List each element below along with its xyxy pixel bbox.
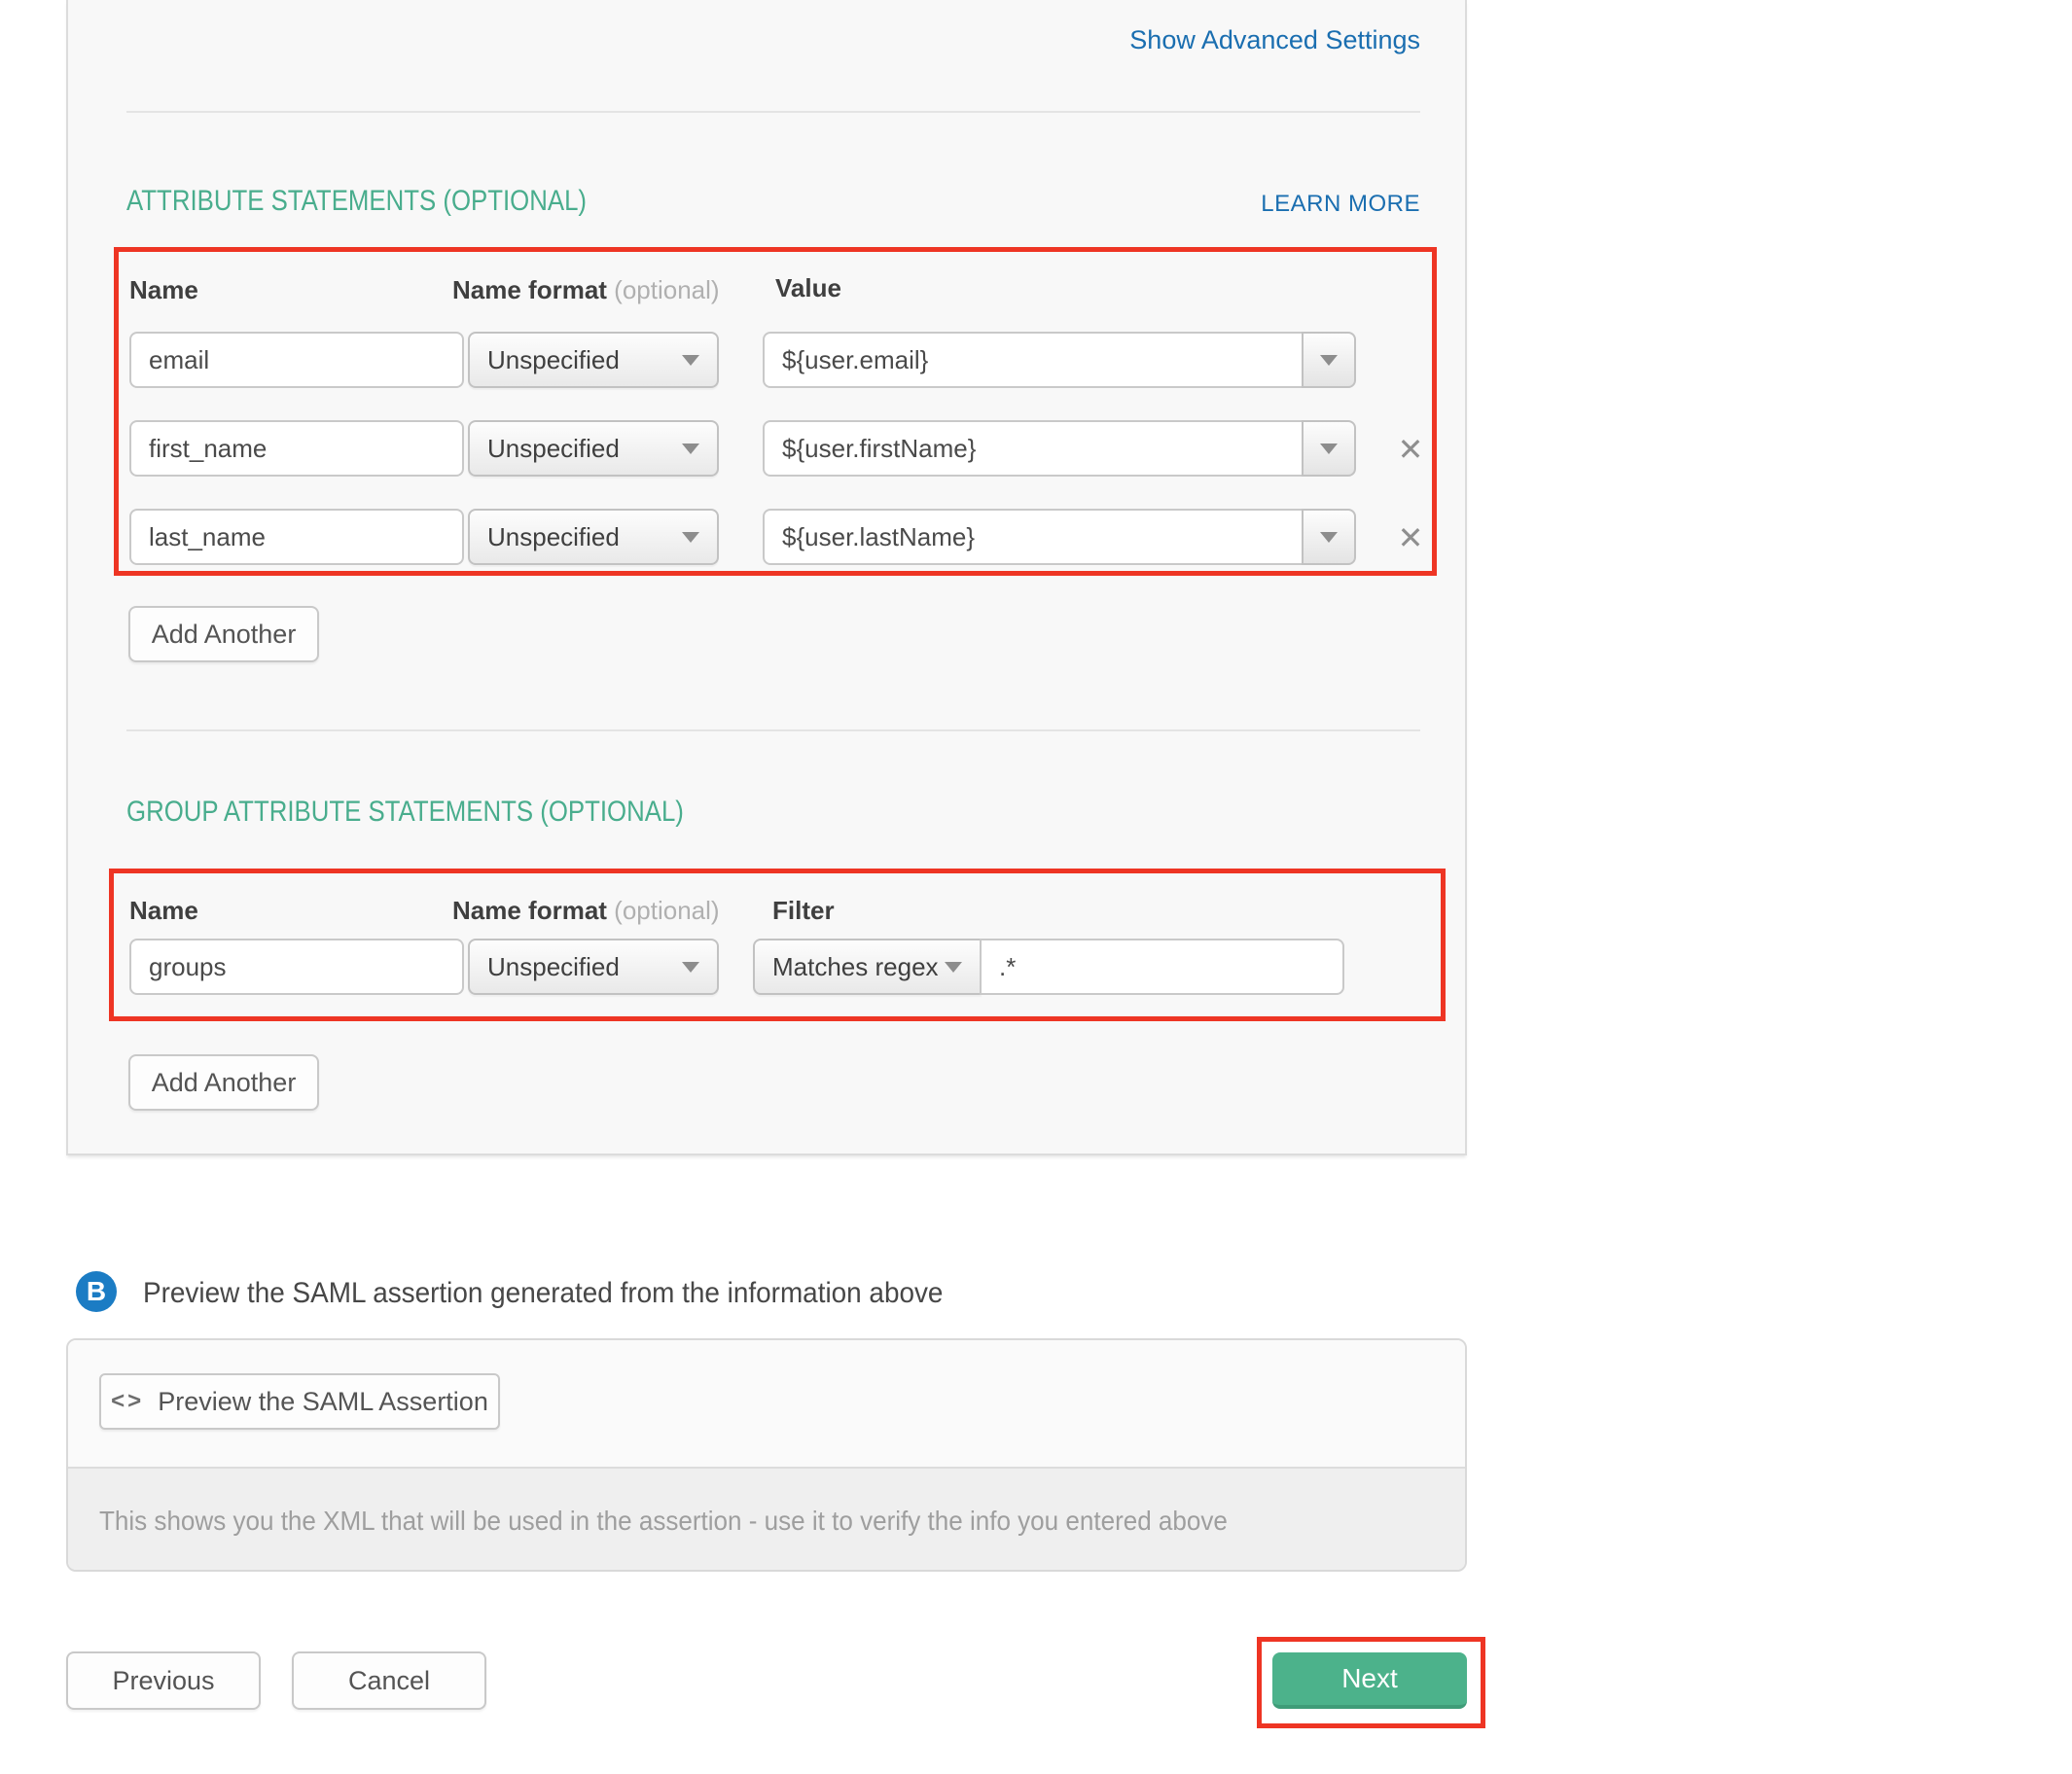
value-expression-dropdown-button[interactable] bbox=[1302, 420, 1356, 477]
section-divider bbox=[126, 729, 1420, 731]
preview-saml-assertion-button[interactable]: <> Preview the SAML Assertion bbox=[99, 1373, 500, 1430]
filter-value-input[interactable] bbox=[980, 939, 1344, 995]
filter-type-dropdown[interactable]: Matches regex bbox=[753, 939, 982, 995]
caret-down-icon bbox=[945, 962, 962, 973]
name-format-dropdown[interactable]: Unspecified bbox=[468, 939, 719, 995]
attribute-name-input[interactable] bbox=[129, 420, 464, 477]
caret-down-icon bbox=[682, 355, 699, 366]
column-header-name: Name bbox=[129, 896, 198, 926]
learn-more-link[interactable]: LEARN MORE bbox=[1261, 191, 1420, 217]
preview-hint-text: This shows you the XML that will be used… bbox=[68, 1506, 1312, 1537]
attribute-value-input[interactable] bbox=[763, 332, 1304, 388]
caret-down-icon bbox=[1320, 532, 1338, 543]
column-header-optional: (optional) bbox=[614, 275, 719, 304]
column-header-name: Name bbox=[129, 275, 198, 305]
name-format-dropdown[interactable]: Unspecified bbox=[468, 332, 719, 388]
attribute-value-input[interactable] bbox=[763, 509, 1304, 565]
caret-down-icon bbox=[682, 962, 699, 973]
column-header-filter: Filter bbox=[772, 896, 835, 926]
remove-row-icon[interactable]: ✕ bbox=[1393, 432, 1428, 467]
preview-panel-hint-area: This shows you the XML that will be used… bbox=[68, 1467, 1465, 1572]
column-header-value: Value bbox=[775, 273, 841, 303]
preview-panel-top: <> Preview the SAML Assertion bbox=[68, 1340, 1465, 1467]
remove-row-icon[interactable]: ✕ bbox=[1393, 520, 1428, 555]
saml-settings-page: Show Advanced Settings ATTRIBUTE STATEME… bbox=[0, 0, 2072, 1774]
cancel-button[interactable]: Cancel bbox=[292, 1651, 486, 1710]
show-advanced-settings-link[interactable]: Show Advanced Settings bbox=[1129, 25, 1420, 54]
add-another-attribute-button[interactable]: Add Another bbox=[128, 606, 319, 662]
attribute-statements-heading: ATTRIBUTE STATEMENTS (OPTIONAL) bbox=[126, 185, 661, 218]
caret-down-icon bbox=[1320, 444, 1338, 454]
step-b-badge: B bbox=[76, 1271, 117, 1312]
caret-down-icon bbox=[682, 532, 699, 543]
column-header-optional: (optional) bbox=[614, 896, 719, 925]
attribute-name-input[interactable] bbox=[129, 332, 464, 388]
column-header-name-format: Name format (optional) bbox=[452, 275, 720, 305]
section-divider bbox=[126, 111, 1420, 113]
group-attribute-statements-heading: GROUP ATTRIBUTE STATEMENTS (OPTIONAL) bbox=[126, 796, 774, 829]
caret-down-icon bbox=[1320, 355, 1338, 366]
name-format-dropdown[interactable]: Unspecified bbox=[468, 420, 719, 477]
previous-button[interactable]: Previous bbox=[66, 1651, 261, 1710]
column-header-name-format: Name format (optional) bbox=[452, 896, 720, 926]
code-icon: <> bbox=[111, 1388, 144, 1415]
caret-down-icon bbox=[682, 444, 699, 454]
attribute-name-input[interactable] bbox=[129, 509, 464, 565]
value-expression-dropdown-button[interactable] bbox=[1302, 509, 1356, 565]
next-button[interactable]: Next bbox=[1272, 1652, 1467, 1709]
step-b-title: Preview the SAML assertion generated fro… bbox=[143, 1277, 1003, 1310]
name-format-dropdown[interactable]: Unspecified bbox=[468, 509, 719, 565]
value-expression-dropdown-button[interactable] bbox=[1302, 332, 1356, 388]
attribute-value-input[interactable] bbox=[763, 420, 1304, 477]
group-attribute-name-input[interactable] bbox=[129, 939, 464, 995]
preview-assertion-panel: <> Preview the SAML Assertion This shows… bbox=[66, 1338, 1467, 1572]
add-another-group-attribute-button[interactable]: Add Another bbox=[128, 1054, 319, 1111]
